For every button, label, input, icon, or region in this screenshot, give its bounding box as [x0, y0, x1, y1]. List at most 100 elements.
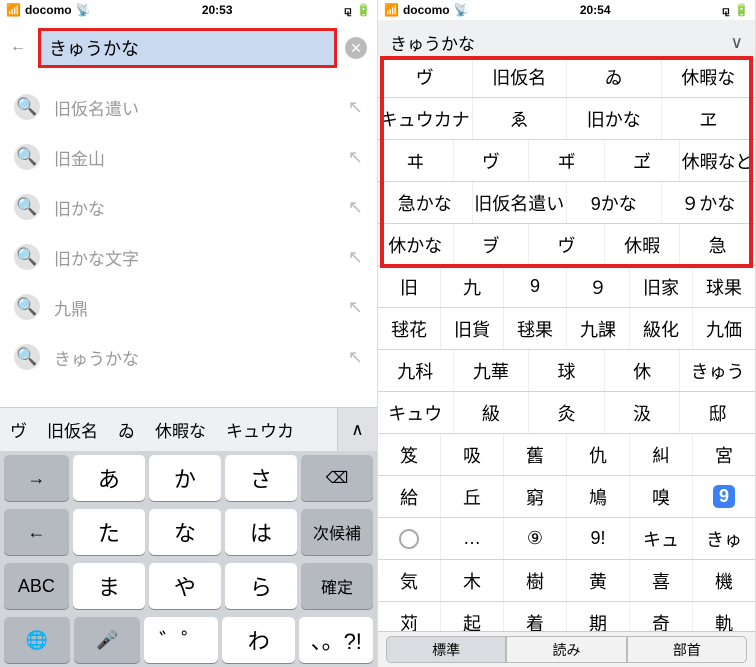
candidate-cell[interactable]: 9	[504, 266, 567, 307]
candidate-cell[interactable]: 九	[441, 266, 504, 307]
key-ABC[interactable]: ABC	[4, 563, 69, 609]
candidate-cell[interactable]: ⑨	[504, 518, 567, 559]
candidate-cell[interactable]: きゅう	[680, 350, 755, 391]
candidate-cell[interactable]: ヴ	[529, 224, 605, 265]
candidate-cell[interactable]: 奇	[630, 602, 693, 631]
key-次候補[interactable]: 次候補	[301, 509, 373, 555]
collapse-icon[interactable]: ∨	[731, 33, 743, 53]
key-🎤[interactable]: 🎤	[74, 617, 140, 663]
candidate-cell[interactable]: ゑ	[473, 98, 568, 139]
candidate-cell[interactable]: 窮	[504, 476, 567, 517]
candidate-cell[interactable]: 灸	[529, 392, 605, 433]
candidate-cell[interactable]: 球果	[693, 266, 755, 307]
candidate-cell[interactable]: 気	[378, 560, 441, 601]
candidate-cell[interactable]: 九価	[693, 308, 755, 349]
key-な[interactable]: な	[149, 509, 221, 555]
expand-candidates-icon[interactable]: ∧	[337, 408, 377, 451]
candidate-item[interactable]: 休暇な	[145, 417, 216, 442]
candidate-cell[interactable]: 期	[567, 602, 630, 631]
candidate-cell[interactable]: 旧	[378, 266, 441, 307]
key-確定[interactable]: 確定	[301, 563, 373, 609]
candidate-cell[interactable]: ヴ	[454, 140, 530, 181]
candidate-cell[interactable]: 休暇な	[662, 56, 756, 97]
candidate-cell[interactable]: 旧家	[630, 266, 693, 307]
candidate-cell[interactable]: 休	[605, 350, 681, 391]
candidate-cell[interactable]: 旧かな	[567, 98, 662, 139]
key-や[interactable]: や	[149, 563, 221, 609]
insert-arrow-icon[interactable]: ↖	[348, 147, 363, 168]
insert-arrow-icon[interactable]: ↖	[348, 197, 363, 218]
candidate-cell[interactable]: 機	[693, 560, 755, 601]
candidate-cell[interactable]: 嗅	[630, 476, 693, 517]
candidate-cell[interactable]: 球	[529, 350, 605, 391]
insert-arrow-icon[interactable]: ↖	[348, 347, 363, 368]
candidate-item[interactable]: 旧仮名	[37, 417, 108, 442]
candidate-cell[interactable]: キュ	[630, 518, 693, 559]
key-さ[interactable]: さ	[225, 455, 297, 501]
candidate-cell[interactable]: ９	[567, 266, 630, 307]
candidate-cell[interactable]: 九課	[567, 308, 630, 349]
candidate-cell[interactable]: 宮	[693, 434, 755, 475]
key-ま[interactable]: ま	[73, 563, 145, 609]
candidate-cell[interactable]: 9	[693, 476, 755, 517]
key-゛゜[interactable]: ゛゜	[144, 617, 218, 663]
candidate-cell[interactable]: 糾	[630, 434, 693, 475]
search-input[interactable]: きゅうかな	[38, 28, 337, 68]
candidate-cell[interactable]: 旧仮名遣い	[473, 182, 568, 223]
candidate-cell[interactable]: ゐ	[567, 56, 662, 97]
candidate-cell[interactable]: 軌	[693, 602, 755, 631]
suggestion-item[interactable]: 🔍旧かな文字↖	[0, 232, 377, 282]
back-icon[interactable]: ←	[10, 38, 30, 58]
candidate-cell[interactable]: きゅ	[693, 518, 755, 559]
key-た[interactable]: た	[73, 509, 145, 555]
suggestion-item[interactable]: 🔍きゅうかな↖	[0, 332, 377, 382]
key-←[interactable]: ←	[4, 509, 69, 555]
insert-arrow-icon[interactable]: ↖	[348, 297, 363, 318]
candidate-cell[interactable]	[378, 518, 441, 559]
candidate-cell[interactable]: 給	[378, 476, 441, 517]
segment-標準[interactable]: 標準	[386, 636, 506, 663]
candidate-cell[interactable]: 苅	[378, 602, 441, 631]
candidate-cell[interactable]: 休かな	[378, 224, 454, 265]
candidate-cell[interactable]: …	[441, 518, 504, 559]
candidate-cell[interactable]: 毬果	[504, 308, 567, 349]
suggestion-item[interactable]: 🔍旧仮名遣い↖	[0, 82, 377, 132]
candidate-cell[interactable]: ９かな	[662, 182, 756, 223]
candidate-cell[interactable]: 休暇など	[680, 140, 755, 181]
segment-部首[interactable]: 部首	[627, 636, 747, 663]
candidate-cell[interactable]: キュウ	[378, 392, 454, 433]
key-わ[interactable]: わ	[222, 617, 296, 663]
key-⌫[interactable]: ⌫	[301, 455, 373, 501]
candidate-cell[interactable]: 毬花	[378, 308, 441, 349]
candidate-cell[interactable]: ヸ	[529, 140, 605, 181]
candidate-item[interactable]: ゐ	[108, 417, 145, 442]
clear-icon[interactable]: ✕	[345, 37, 367, 59]
candidate-cell[interactable]: 9!	[567, 518, 630, 559]
candidate-cell[interactable]: 汲	[605, 392, 681, 433]
candidate-cell[interactable]: 木	[441, 560, 504, 601]
key-🌐[interactable]: 🌐	[4, 617, 70, 663]
key-ら[interactable]: ら	[225, 563, 297, 609]
insert-arrow-icon[interactable]: ↖	[348, 97, 363, 118]
candidate-cell[interactable]: キュウカナ	[378, 98, 473, 139]
candidate-cell[interactable]: 喜	[630, 560, 693, 601]
candidate-cell[interactable]: ヹ	[605, 140, 681, 181]
candidate-cell[interactable]: 九科	[378, 350, 454, 391]
segment-読み[interactable]: 読み	[506, 636, 626, 663]
candidate-cell[interactable]: 丘	[441, 476, 504, 517]
candidate-cell[interactable]: 旧貨	[441, 308, 504, 349]
candidate-cell[interactable]: 笈	[378, 434, 441, 475]
candidate-cell[interactable]: 休暇	[605, 224, 681, 265]
candidate-cell[interactable]: 仇	[567, 434, 630, 475]
suggestion-item[interactable]: 🔍旧金山↖	[0, 132, 377, 182]
candidate-cell[interactable]: 樹	[504, 560, 567, 601]
candidate-cell[interactable]: 鳩	[567, 476, 630, 517]
key-→[interactable]: →	[4, 455, 69, 501]
key-か[interactable]: か	[149, 455, 221, 501]
candidate-cell[interactable]: 着	[504, 602, 567, 631]
candidate-cell[interactable]: 九華	[454, 350, 530, 391]
candidate-cell[interactable]: 急	[680, 224, 755, 265]
suggestion-item[interactable]: 🔍九鼎↖	[0, 282, 377, 332]
candidate-cell[interactable]: ヱ	[662, 98, 756, 139]
candidate-cell[interactable]: 邸	[680, 392, 755, 433]
